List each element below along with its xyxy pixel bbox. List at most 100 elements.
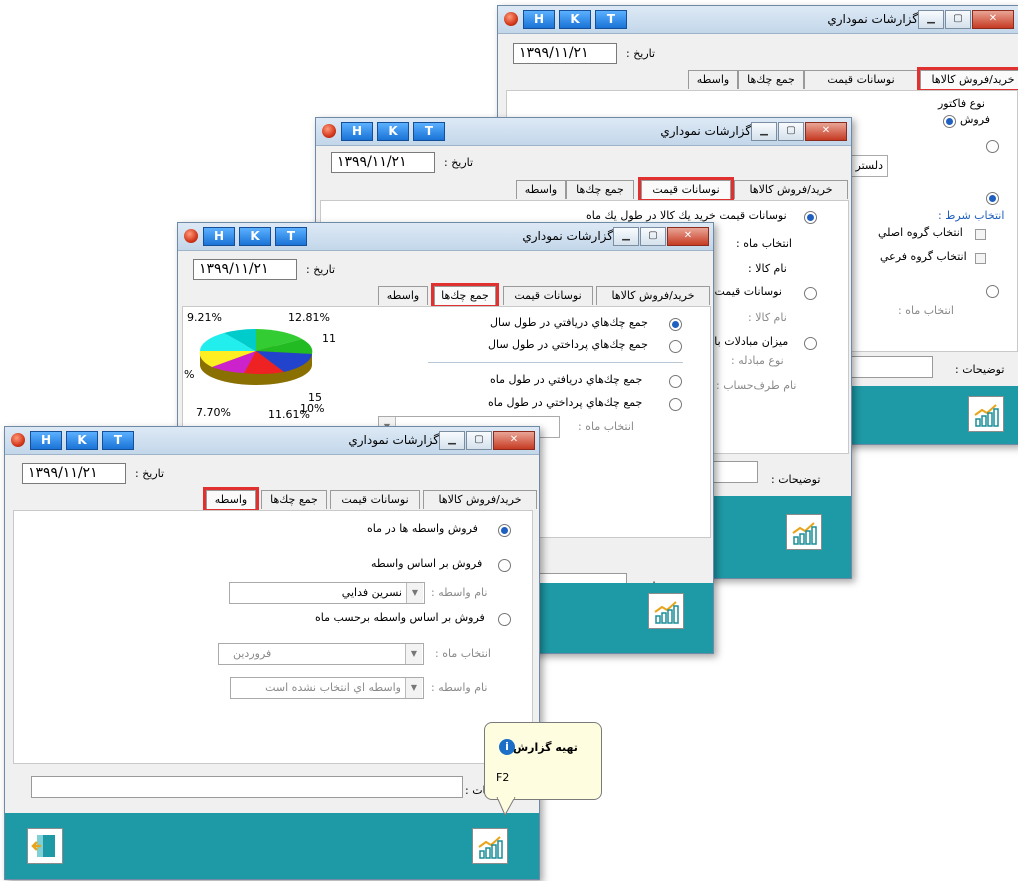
t-button[interactable]: T <box>595 10 627 29</box>
close-icon[interactable]: ✕ <box>667 227 709 246</box>
k-button[interactable]: K <box>559 10 591 29</box>
month-combo[interactable]: ▼ فروردين <box>218 643 424 665</box>
h-button[interactable]: H <box>341 122 373 141</box>
t-button[interactable]: T <box>275 227 307 246</box>
door-arrow-icon <box>31 835 55 857</box>
price-month-radio[interactable] <box>804 211 817 224</box>
h-button[interactable]: H <box>203 227 235 246</box>
window-title: گزارشات نموداري <box>522 229 613 243</box>
broker-sales-month-radio[interactable] <box>498 524 511 537</box>
minimize-icon[interactable]: ▁ <box>613 227 639 246</box>
maximize-icon[interactable]: ▢ <box>778 122 804 141</box>
t-button[interactable]: T <box>102 431 134 450</box>
bar-chart-icon <box>478 836 503 859</box>
date-field[interactable]: ۱۳۹۹/۱۱/۲۱ <box>331 152 435 173</box>
minimize-icon[interactable]: ▁ <box>918 10 944 29</box>
tab-price[interactable]: نوسانات قيمت <box>330 490 420 509</box>
tab-broker[interactable]: واسطه <box>516 180 566 199</box>
chart-report-icon[interactable] <box>472 828 508 864</box>
date-field[interactable]: ۱۳۹۹/۱۱/۲۱ <box>22 463 126 484</box>
date-field[interactable]: ۱۳۹۹/۱۱/۲۱ <box>193 259 297 280</box>
tab-broker[interactable]: واسطه <box>378 286 428 305</box>
h-button[interactable]: H <box>30 431 62 450</box>
item-name-combo[interactable]: دلستر <box>846 155 888 177</box>
checks-received-month-radio[interactable] <box>669 375 682 388</box>
bank-exchange-radio[interactable] <box>804 337 817 350</box>
app-icon <box>322 124 336 138</box>
broker-name-value: نسرين فدايي <box>341 586 402 599</box>
sales-radio[interactable] <box>943 115 956 128</box>
bar-chart-icon <box>654 601 679 624</box>
price-item-radio[interactable] <box>804 287 817 300</box>
k-button[interactable]: K <box>239 227 271 246</box>
t-button[interactable]: T <box>413 122 445 141</box>
main-group-label: انتخاب گروه اصلي <box>878 226 963 239</box>
minimize-icon[interactable]: ▁ <box>751 122 777 141</box>
tab-price[interactable]: نوسانات قيمت <box>503 286 593 305</box>
maximize-icon[interactable]: ▢ <box>466 431 492 450</box>
broker-name-label-2: نام واسطه : <box>431 681 488 694</box>
window-title: گزارشات نموداري <box>660 124 751 138</box>
tab-checks[interactable]: جمع چك‌ها <box>261 490 327 509</box>
sales-by-broker-label: فروش بر اساس واسطه <box>371 557 483 570</box>
tab-price[interactable]: نوسانات قيمت <box>804 70 918 89</box>
pie-label-r: 11 <box>322 332 336 345</box>
item-name-value: دلستر <box>855 159 883 172</box>
report-tooltip: تهيه گزارش i F2 <box>484 722 602 800</box>
k-button[interactable]: K <box>66 431 98 450</box>
checks-paid-year-radio[interactable] <box>669 340 682 353</box>
broker-name-combo[interactable]: ▼ نسرين فدايي <box>229 582 425 604</box>
pie-label-tr: 12.81% <box>288 311 330 324</box>
tab-buy-sell[interactable]: خريد/فروش كالاها <box>734 180 848 199</box>
tab-buy-sell[interactable]: خريد/فروش كالاها <box>596 286 710 305</box>
tab-buy-sell[interactable]: خريد/فروش كالاها <box>917 67 1018 92</box>
maximize-icon[interactable]: ▢ <box>945 10 971 29</box>
checks-paid-month-radio[interactable] <box>669 398 682 411</box>
chevron-down-icon: ▼ <box>405 644 422 664</box>
close-icon[interactable]: ✕ <box>972 10 1014 29</box>
exit-door-icon[interactable] <box>27 828 63 864</box>
tab-buy-sell[interactable]: خريد/فروش كالاها <box>423 490 537 509</box>
sales-by-broker-radio[interactable] <box>498 559 511 572</box>
date-label: تاریخ : <box>626 47 656 60</box>
k-button[interactable]: K <box>377 122 409 141</box>
checks-received-year-radio[interactable] <box>669 318 682 331</box>
item-label-2: نام كالا : <box>748 311 787 324</box>
tab-price[interactable]: نوسانات قيمت <box>638 177 734 202</box>
tab-checks[interactable]: جمع چك‌ها <box>431 283 499 308</box>
tab-broker[interactable]: واسطه <box>688 70 738 89</box>
tooltip-title: تهيه گزارش <box>513 741 578 754</box>
minimize-icon[interactable]: ▁ <box>439 431 465 450</box>
sub-group-checkbox[interactable] <box>975 253 986 264</box>
title-bar[interactable]: H K T گزارشات نموداري ▁ ▢ ✕ <box>178 223 713 251</box>
maximize-icon[interactable]: ▢ <box>640 227 666 246</box>
all-classes-radio[interactable] <box>986 285 999 298</box>
pie-label-l: % <box>184 368 195 381</box>
title-bar[interactable]: H K T گزارشات نموداري ▁ ▢ ✕ <box>498 6 1018 34</box>
chart-report-icon[interactable] <box>968 396 1004 432</box>
description-input[interactable] <box>843 356 933 378</box>
h-button[interactable]: H <box>523 10 555 29</box>
sales-item-radio[interactable] <box>986 140 999 153</box>
broker-name-combo-2[interactable]: ▼ واسطه اي انتخاب نشده است <box>230 677 424 699</box>
broker-sales-month-label: فروش واسطه ها در ماه <box>367 522 478 535</box>
description-label: توضيحات : <box>771 473 821 486</box>
tab-checks[interactable]: جمع چك‌ها <box>738 70 804 89</box>
main-group-checkbox[interactable] <box>975 229 986 240</box>
sales-by-broker-month-radio[interactable] <box>498 613 511 626</box>
sales-by-class-radio[interactable] <box>986 192 999 205</box>
title-bar[interactable]: H K T گزارشات نموداري ▁ ▢ ✕ <box>316 118 851 146</box>
chart-report-icon[interactable] <box>786 514 822 550</box>
close-icon[interactable]: ✕ <box>493 431 535 450</box>
title-bar[interactable]: H K T گزارشات نموداري ▁ ▢ ✕ <box>5 427 539 455</box>
app-icon <box>11 433 25 447</box>
pie-label-tl: 9.21% <box>187 311 222 324</box>
description-input[interactable] <box>31 776 463 798</box>
tab-checks[interactable]: جمع چك‌ها <box>566 180 634 199</box>
tab-broker[interactable]: واسطه <box>203 487 259 512</box>
chart-report-icon[interactable] <box>648 593 684 629</box>
close-icon[interactable]: ✕ <box>805 122 847 141</box>
exchange-type-label: نوع مبادله : <box>731 354 784 367</box>
date-field[interactable]: ۱۳۹۹/۱۱/۲۱ <box>513 43 617 64</box>
chevron-down-icon: ▼ <box>405 678 422 698</box>
